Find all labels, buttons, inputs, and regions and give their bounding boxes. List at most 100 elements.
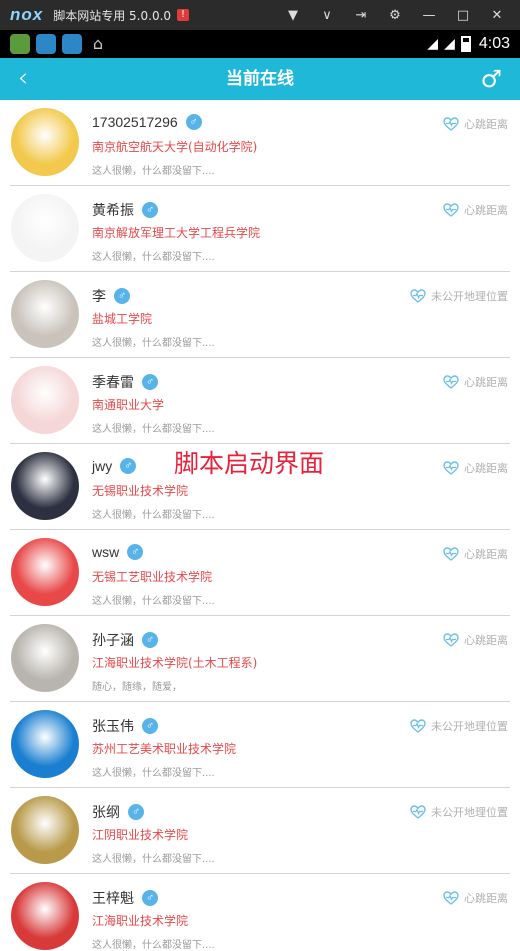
app-notification-icon (10, 34, 30, 54)
user-signature: 这人很懒，什么都没留下.... (92, 596, 215, 607)
overlay-label: 脚本启动界面 (174, 449, 325, 478)
heartbeat-icon (410, 805, 426, 819)
maximize-icon[interactable]: □ (446, 8, 480, 23)
heartbeat-icon (443, 891, 459, 905)
user-name-text: 王梓魁 (92, 890, 134, 906)
avatar[interactable] (11, 710, 79, 778)
user-signature: 这人很懒，什么都没留下.... (92, 940, 215, 951)
pin-icon[interactable]: ⇥ (344, 8, 378, 23)
heartbeat-icon (443, 461, 459, 475)
male-badge-icon: ♂ (114, 288, 130, 304)
male-symbol-icon[interactable]: ♂ (480, 58, 502, 100)
distance-text: 心跳距离 (464, 892, 508, 905)
user-name-text: 孙子涵 (92, 632, 134, 648)
distance-text: 心跳距离 (464, 634, 508, 647)
minimize-icon[interactable]: — (412, 8, 446, 23)
distance-text: 心跳距离 (464, 462, 508, 475)
user-signature: 这人很懒，什么都没留下.... (92, 768, 215, 779)
list-item[interactable]: 张玉伟 ♂ 苏州工艺美术职业技术学院 这人很懒，什么都没留下.... 未公开地理位置 (0, 702, 520, 788)
status-clock: 4:03 (478, 35, 510, 52)
avatar[interactable] (11, 796, 79, 864)
avatar[interactable] (11, 624, 79, 692)
avatar[interactable] (11, 882, 79, 950)
app-notification-icon (36, 34, 56, 54)
user-school: 江阴职业技术学院 (92, 828, 189, 842)
user-name: 孙子涵 ♂ (92, 630, 158, 650)
online-user-list: 17302517296 ♂ 南京航空航天大学(自动化学院) 这人很懒，什么都没留下..… (0, 100, 520, 951)
wifi-icon: ◢ (427, 36, 439, 52)
emulator-title: 脚本网站专用 5.0.0.0 (53, 8, 172, 23)
distance-label: 心跳距离 (443, 890, 508, 906)
list-item[interactable]: 季春雷 ♂ 南通职业大学 这人很懒，什么都没留下.... 心跳距离 (0, 358, 520, 444)
list-item[interactable]: wsw ♂ 无锡工艺职业技术学院 这人很懒，什么都没留下.... 心跳距离 (0, 530, 520, 616)
app-header: ‹ 当前在线 ♂ (0, 58, 520, 100)
distance-text: 未公开地理位置 (431, 720, 508, 733)
user-signature: 这人很懒，什么都没留下.... (92, 338, 215, 349)
male-badge-icon: ♂ (142, 202, 158, 218)
user-name-text: 张纲 (92, 804, 120, 820)
user-school: 南京解放军理工大学工程兵学院 (92, 226, 261, 240)
heartbeat-icon (443, 633, 459, 647)
list-item[interactable]: 孙子涵 ♂ 江海职业技术学院(土木工程系) 随心，随缘，随爱， 心跳距离 (0, 616, 520, 702)
user-name: 黄希振 ♂ (92, 200, 158, 220)
distance-text: 心跳距离 (464, 376, 508, 389)
distance-text: 心跳距离 (464, 204, 508, 217)
avatar[interactable] (11, 108, 79, 176)
user-name-text: 17302517296 (92, 114, 178, 130)
user-name-text: jwy (92, 458, 113, 474)
heartbeat-icon (410, 289, 426, 303)
distance-label: 心跳距离 (443, 460, 508, 476)
distance-label: 未公开地理位置 (410, 718, 508, 734)
male-badge-icon: ♂ (142, 374, 158, 390)
user-name-text: wsw (92, 544, 120, 560)
heartbeat-icon (443, 375, 459, 389)
emulator-title-bar: nox 脚本网站专用 5.0.0.0 ! ▼ ∨ ⇥ ⚙ — □ ✕ (0, 0, 520, 30)
graduation-cap-icon: ⌂ (92, 34, 104, 53)
heartbeat-icon (443, 203, 459, 217)
heartbeat-icon (443, 547, 459, 561)
list-item[interactable]: 17302517296 ♂ 南京航空航天大学(自动化学院) 这人很懒，什么都没留下..… (0, 100, 520, 186)
app-notification-icon (62, 34, 82, 54)
android-status-bar: ⌂ ◢ ◢ 4:03 (0, 30, 520, 58)
user-signature: 随心，随缘，随爱， (92, 682, 182, 693)
distance-label: 心跳距离 (443, 546, 508, 562)
user-school: 南京航空航天大学(自动化学院) (92, 140, 258, 154)
user-signature: 这人很懒，什么都没留下.... (92, 166, 215, 177)
distance-label: 未公开地理位置 (410, 804, 508, 820)
user-name: 季春雷 ♂ (92, 372, 158, 392)
avatar[interactable] (11, 452, 79, 520)
shirt-icon[interactable]: ▼ (276, 8, 310, 23)
avatar[interactable] (11, 280, 79, 348)
heartbeat-icon (410, 719, 426, 733)
avatar[interactable] (11, 194, 79, 262)
user-school: 盐城工学院 (92, 312, 153, 326)
user-signature: 这人很懒，什么都没留下.... (92, 252, 215, 263)
male-badge-icon: ♂ (127, 544, 144, 560)
status-right: ◢ ◢ 4:03 (427, 30, 510, 58)
list-item[interactable]: 王梓魁 ♂ 江海职业技术学院 这人很懒，什么都没留下.... 心跳距离 (0, 874, 520, 951)
user-name: 张纲 ♂ (92, 802, 144, 822)
emulator-controls: ▼ ∨ ⇥ ⚙ — □ ✕ (276, 0, 514, 30)
page-title: 当前在线 (226, 69, 294, 89)
avatar[interactable] (11, 366, 79, 434)
chevron-down-icon[interactable]: ∨ (310, 8, 344, 23)
user-name: 张玉伟 ♂ (92, 716, 158, 736)
user-name: 17302517296 ♂ (92, 114, 202, 130)
male-badge-icon: ♂ (142, 632, 158, 648)
list-item[interactable]: 张纲 ♂ 江阴职业技术学院 这人很懒，什么都没留下.... 未公开地理位置 (0, 788, 520, 874)
user-name: wsw ♂ (92, 544, 144, 560)
warning-badge[interactable]: ! (177, 9, 190, 21)
avatar[interactable] (11, 538, 79, 606)
user-name: jwy ♂ (92, 458, 137, 474)
user-school: 无锡工艺职业技术学院 (92, 570, 213, 584)
distance-label: 心跳距离 (443, 374, 508, 390)
distance-text: 心跳距离 (464, 118, 508, 131)
user-name-text: 黄希振 (92, 202, 134, 218)
list-item[interactable]: 黄希振 ♂ 南京解放军理工大学工程兵学院 这人很懒，什么都没留下.... 心跳距离 (0, 186, 520, 272)
user-name-text: 李 (92, 288, 106, 304)
list-item[interactable]: 李 ♂ 盐城工学院 这人很懒，什么都没留下.... 未公开地理位置 (0, 272, 520, 358)
gear-icon[interactable]: ⚙ (378, 8, 412, 23)
battery-icon (460, 36, 471, 52)
distance-text: 未公开地理位置 (431, 806, 508, 819)
close-icon[interactable]: ✕ (480, 8, 514, 23)
